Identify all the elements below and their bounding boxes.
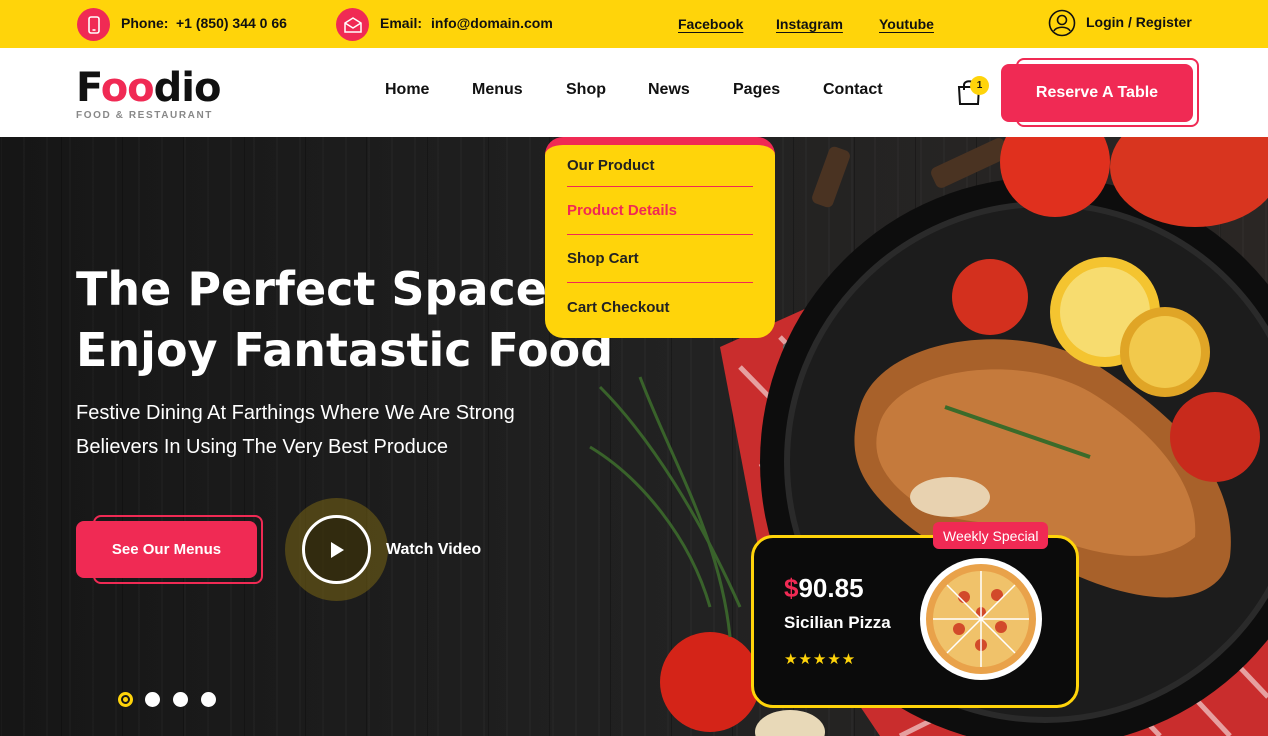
dropdown-item-cart-checkout[interactable]: Cart Checkout xyxy=(567,283,753,331)
cart-count-badge: 1 xyxy=(970,76,989,95)
slider-dot-1[interactable] xyxy=(118,692,133,707)
slider-dot-4[interactable] xyxy=(201,692,216,707)
hero-title-line-1: The Perfect Space To xyxy=(76,262,620,316)
mail-icon xyxy=(336,8,369,41)
nav-home[interactable]: Home xyxy=(385,81,429,99)
dropdown-item-product-details[interactable]: Product Details xyxy=(567,187,753,235)
email-label: Email: xyxy=(380,15,423,31)
shop-dropdown-menu: Our Product Product Details Shop Cart Ca… xyxy=(545,137,775,338)
phone-value[interactable]: +1 (850) 344 0 66 xyxy=(176,15,287,31)
hero-title-line-2: Enjoy Fantastic Food xyxy=(76,323,614,377)
watch-video-label[interactable]: Watch Video xyxy=(386,541,481,559)
main-header: Foodio FOOD & RESTAURANT Home Menus Shop… xyxy=(0,48,1268,137)
nav-shop[interactable]: Shop xyxy=(566,81,606,99)
nav-contact[interactable]: Contact xyxy=(823,81,883,99)
youtube-link[interactable]: Youtube xyxy=(879,16,934,32)
price-value: 90.85 xyxy=(798,573,864,603)
special-price: $90.85 xyxy=(784,573,864,604)
nav-menus[interactable]: Menus xyxy=(472,81,523,99)
instagram-link[interactable]: Instagram xyxy=(776,16,843,32)
email-value[interactable]: info@domain.com xyxy=(431,15,553,31)
special-item-name: Sicilian Pizza xyxy=(784,613,891,632)
pizza-image xyxy=(920,558,1042,680)
topbar: Phone: +1 (850) 344 0 66 Email: info@dom… xyxy=(0,0,1268,48)
slider-dot-2[interactable] xyxy=(145,692,160,707)
logo-tagline: FOOD & RESTAURANT xyxy=(76,110,214,121)
see-our-menus-button[interactable]: See Our Menus xyxy=(76,521,257,578)
phone-icon xyxy=(77,8,110,41)
dropdown-item-shop-cart[interactable]: Shop Cart xyxy=(567,235,753,283)
hero-title: The Perfect Space To Enjoy Fantastic Foo… xyxy=(76,259,620,381)
star-rating: ★★★★★ xyxy=(784,651,857,668)
hero-subtitle-line-1: Festive Dining At Farthings Where We Are… xyxy=(76,402,515,424)
play-icon xyxy=(330,541,344,558)
weekly-special-tag: Weekly Special xyxy=(933,522,1049,549)
reserve-table-button[interactable]: Reserve A Table xyxy=(1001,64,1193,122)
slider-dot-3[interactable] xyxy=(173,692,188,707)
nav-news[interactable]: News xyxy=(648,81,690,99)
nav-pages[interactable]: Pages xyxy=(733,81,780,99)
price-currency: $ xyxy=(784,573,799,603)
facebook-link[interactable]: Facebook xyxy=(678,16,743,32)
login-register-link[interactable]: Login / Register xyxy=(1086,14,1192,30)
phone-label: Phone: xyxy=(121,15,169,31)
play-video-button[interactable] xyxy=(302,515,371,584)
dropdown-item-our-product[interactable]: Our Product xyxy=(567,145,753,187)
hero-subtitle-line-2: Believers In Using The Very Best Produce xyxy=(76,436,449,458)
hero-subtitle: Festive Dining At Farthings Where We Are… xyxy=(76,396,515,464)
logo-letters: dio xyxy=(153,65,222,111)
logo[interactable]: Foodio FOOD & RESTAURANT xyxy=(76,68,221,121)
logo-letter: F xyxy=(76,65,102,111)
user-icon[interactable] xyxy=(1048,9,1076,37)
logo-accent: oo xyxy=(100,65,155,111)
